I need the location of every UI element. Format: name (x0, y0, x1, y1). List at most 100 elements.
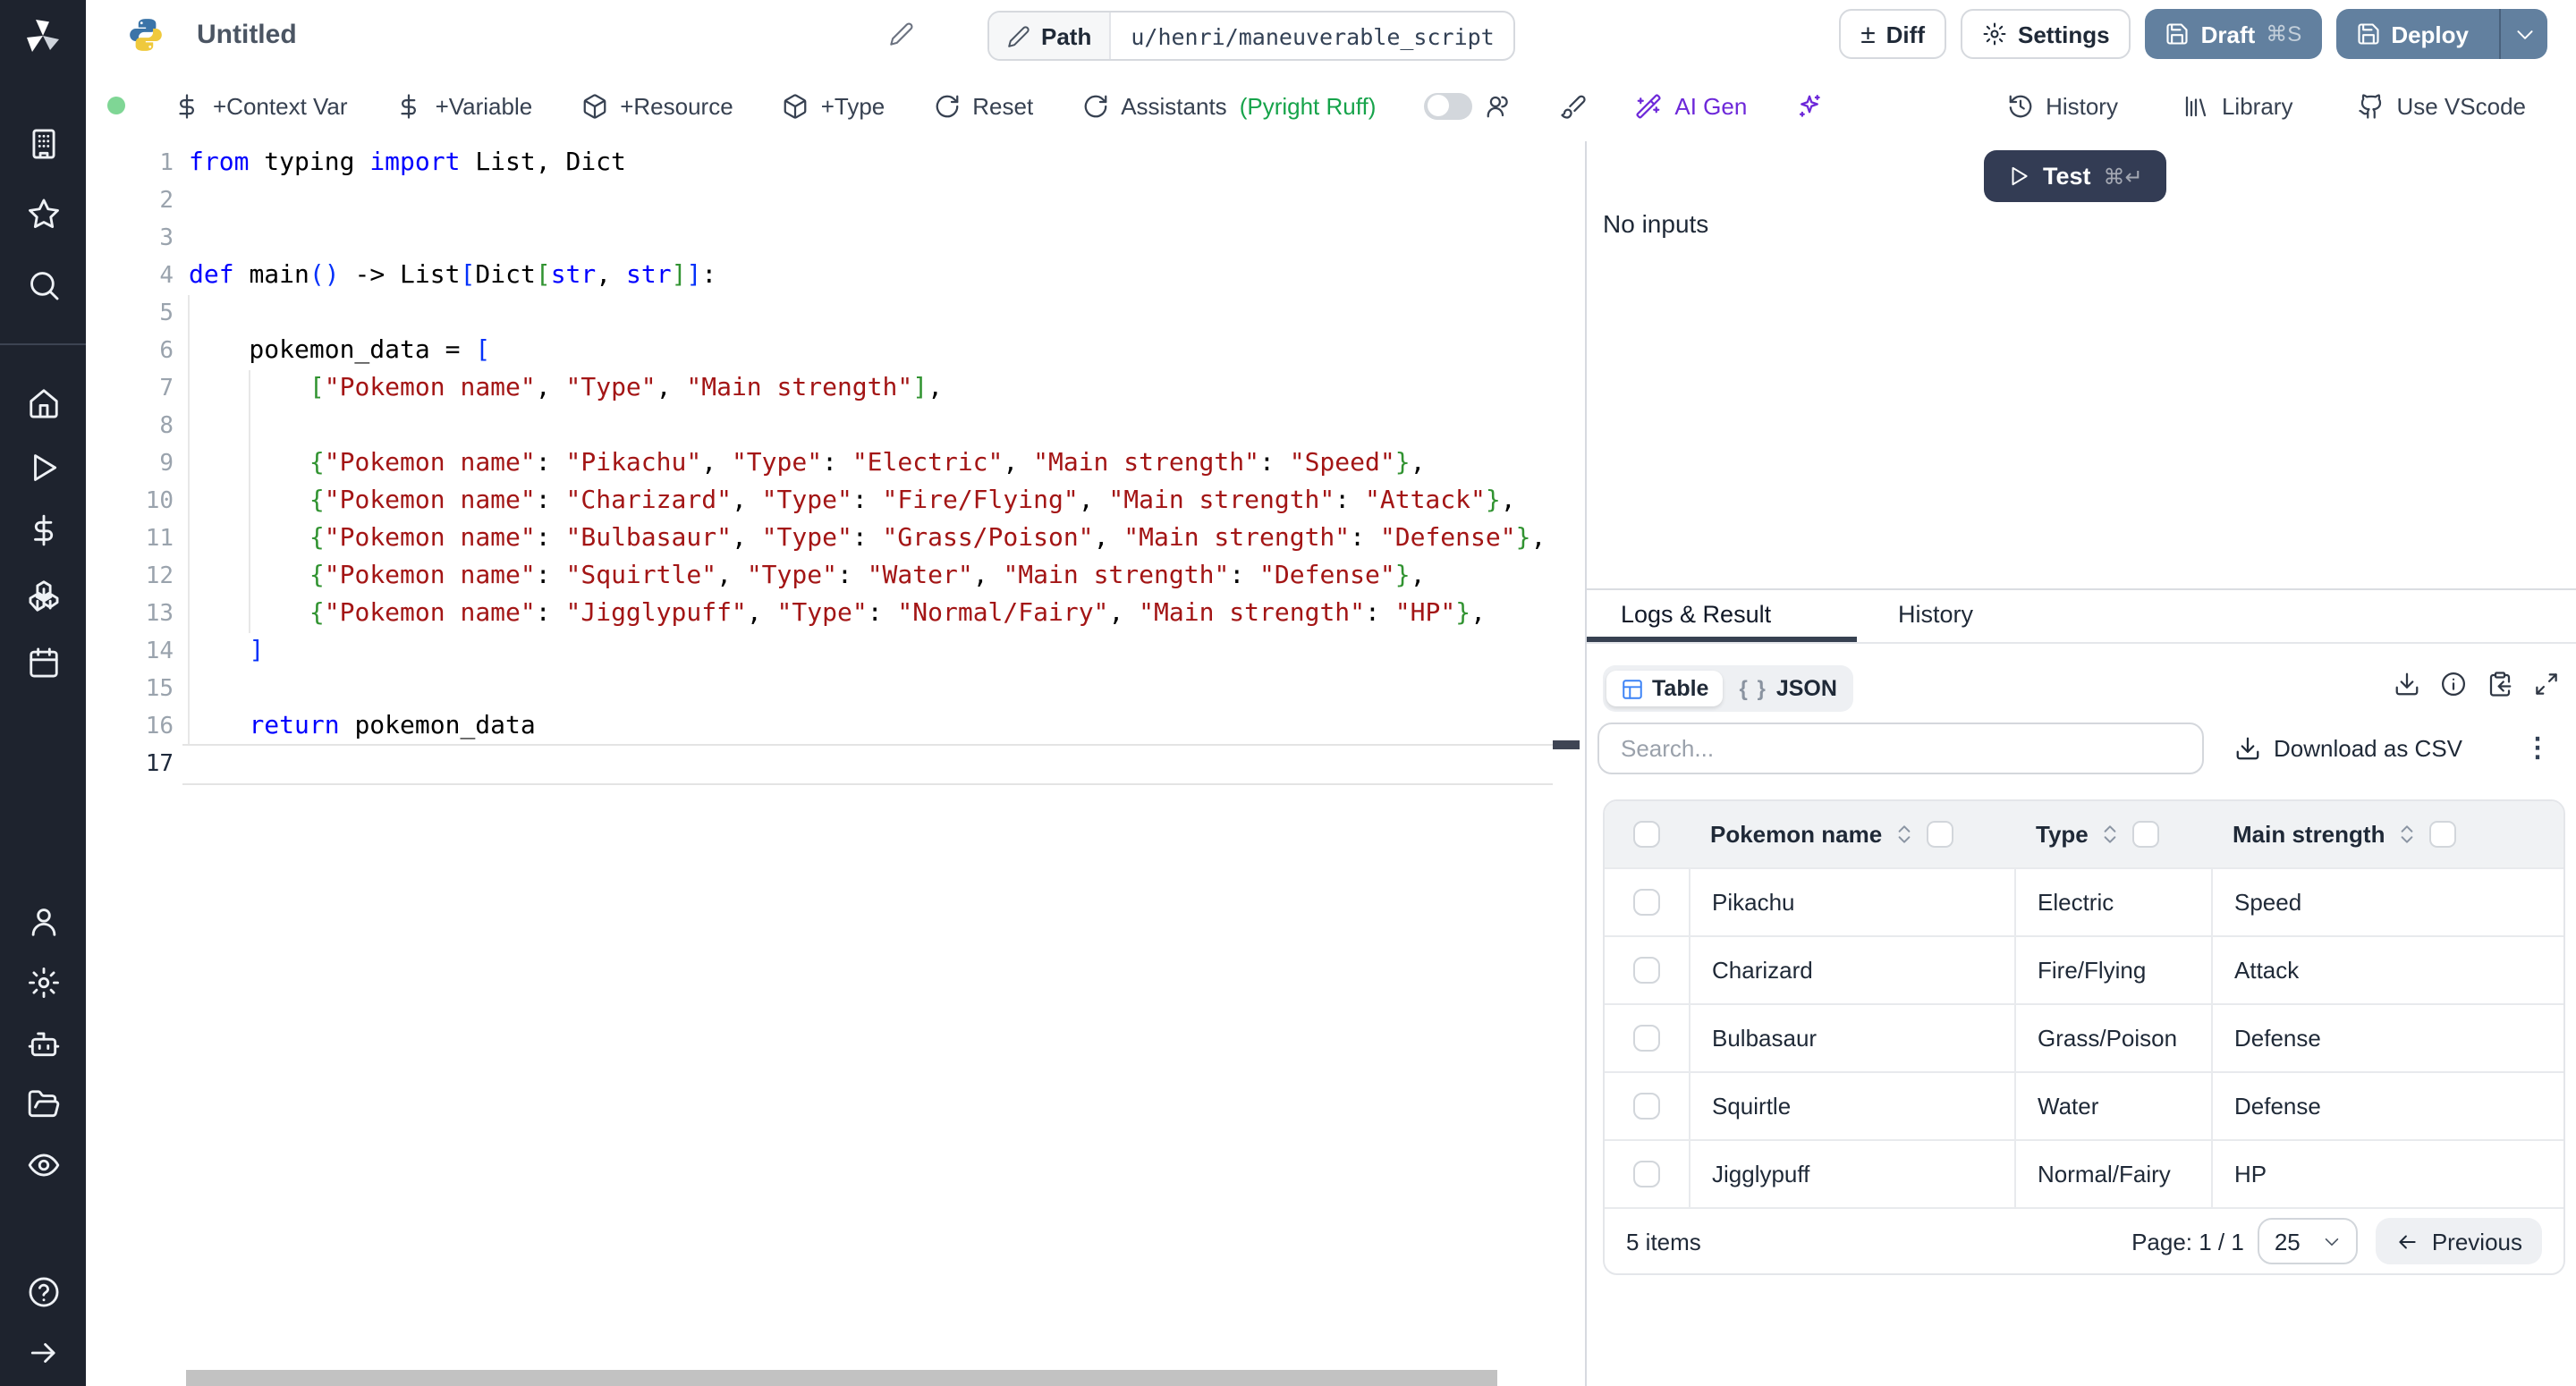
view-mode-json[interactable]: { } JSON (1724, 671, 1851, 706)
row-checkbox[interactable] (1633, 1161, 1660, 1187)
assistants-button[interactable]: Assistants (Pyright Ruff) (1081, 92, 1376, 119)
sidebar-item-arrow-right-icon[interactable] (26, 1336, 60, 1370)
table-row[interactable]: SquirtleWaterDefense (1605, 1071, 2563, 1139)
table-row[interactable]: CharizardFire/FlyingAttack (1605, 935, 2563, 1003)
draft-button[interactable]: Draft ⌘S (2146, 9, 2322, 59)
path-field[interactable]: Path u/henri/maneuverable_script (987, 11, 1516, 61)
reset-label: Reset (972, 92, 1033, 119)
library-button[interactable]: Library (2182, 92, 2293, 119)
sidebar-item-calendar-icon[interactable] (26, 646, 60, 680)
code-line-7[interactable]: ["Pokemon name", "Type", "Main strength"… (189, 370, 943, 408)
row-checkbox[interactable] (1633, 889, 1660, 916)
deploy-main[interactable]: Deploy (2335, 9, 2488, 59)
code-line-6[interactable]: pokemon_data = [ (189, 333, 490, 370)
table-more-menu[interactable]: ⋮ (2524, 730, 2551, 767)
add-resource-button[interactable]: +Resource (580, 92, 733, 119)
sidebar-item-help-circle-icon[interactable] (26, 1275, 60, 1309)
search-input[interactable] (1617, 733, 2161, 764)
sidebar-item-user-icon[interactable] (26, 905, 60, 939)
save-icon (2165, 21, 2190, 46)
path-value[interactable]: u/henri/maneuverable_script (1111, 13, 1513, 59)
windmill-logo-icon[interactable] (21, 14, 64, 57)
column-filter-box[interactable] (2429, 821, 2456, 848)
sidebar-item-home-icon[interactable] (26, 386, 60, 420)
add-type-button[interactable]: +Type (782, 92, 886, 119)
previous-page-button[interactable]: Previous (2377, 1218, 2542, 1264)
info-icon[interactable] (2440, 671, 2467, 697)
braces-icon: { } (1739, 676, 1767, 701)
code-line-13[interactable]: {"Pokemon name": "Jigglypuff", "Type": "… (189, 596, 1486, 633)
table-row[interactable]: JigglypuffNormal/FairyHP (1605, 1139, 2563, 1207)
sidebar-item-dollar-icon[interactable] (26, 513, 60, 547)
column-filter-box[interactable] (2133, 821, 2160, 848)
download-csv-button[interactable]: Download as CSV (2234, 723, 2462, 774)
panel-splitter-handle[interactable] (1553, 740, 1580, 749)
no-inputs-text: No inputs (1603, 209, 1708, 238)
reset-button[interactable]: Reset (933, 92, 1033, 119)
settings-label: Settings (2018, 21, 2110, 47)
edit-summary-pencil-icon[interactable] (889, 21, 914, 46)
column-header-pokemon-name[interactable]: Pokemon name (1689, 801, 2014, 867)
column-filter-box[interactable] (1927, 821, 1953, 848)
use-vscode-button[interactable]: Use VScode (2357, 92, 2526, 119)
sidebar-item-building-icon[interactable] (26, 127, 60, 161)
ai-sparkles-button[interactable] (1795, 92, 1822, 119)
download-result-icon[interactable] (2394, 671, 2420, 697)
history-button[interactable]: History (2006, 92, 2118, 119)
diff-mode-toggle[interactable] (1424, 92, 1472, 119)
select-all-cell (1605, 801, 1689, 867)
sidebar-item-folder-open-icon[interactable] (26, 1087, 60, 1121)
tab-history[interactable]: History (1898, 601, 1973, 628)
ai-gen-button[interactable]: AI Gen (1635, 92, 1747, 119)
code-line-1[interactable]: from typing import List, Dict (189, 145, 626, 182)
diff-button[interactable]: ± Diff (1839, 9, 1946, 59)
deploy-dropdown[interactable] (2499, 9, 2547, 59)
add-variable-button[interactable]: +Variable (396, 92, 533, 119)
checkbox-cell (1605, 1005, 1689, 1071)
sidebar-item-boxes-icon[interactable] (26, 578, 60, 612)
row-checkbox[interactable] (1633, 1025, 1660, 1052)
column-header-type[interactable]: Type (2014, 801, 2211, 867)
view-mode-table[interactable]: Table (1606, 671, 1723, 706)
collab-users-button[interactable] (1485, 92, 1512, 119)
format-button[interactable] (1560, 92, 1587, 119)
code-line-10[interactable]: {"Pokemon name": "Charizard", "Type": "F… (189, 483, 1516, 520)
sort-icon[interactable] (2395, 823, 2419, 846)
horizontal-scrollbar[interactable] (186, 1370, 1497, 1386)
column-header-main-strength[interactable]: Main strength (2211, 801, 2563, 867)
code-line-16[interactable]: return pokemon_data (189, 708, 536, 746)
paintbrush-icon (1560, 92, 1587, 119)
row-checkbox[interactable] (1633, 957, 1660, 984)
sidebar-item-star-icon[interactable] (26, 197, 60, 231)
sidebar-item-gear-icon[interactable] (26, 966, 60, 1000)
table-cell: Electric (2014, 869, 2211, 935)
table-row[interactable]: PikachuElectricSpeed (1605, 867, 2563, 935)
code-line-12[interactable]: {"Pokemon name": "Squirtle", "Type": "Wa… (189, 558, 1426, 596)
sidebar-item-search-icon[interactable] (26, 268, 60, 302)
sidebar-item-eye-icon[interactable] (26, 1148, 60, 1182)
code-line-11[interactable]: {"Pokemon name": "Bulbasaur", "Type": "G… (189, 520, 1546, 558)
table-row[interactable]: BulbasaurGrass/PoisonDefense (1605, 1003, 2563, 1071)
expand-fullscreen-icon[interactable] (2533, 671, 2560, 697)
settings-button[interactable]: Settings (1961, 9, 2131, 59)
row-checkbox[interactable] (1633, 821, 1660, 848)
test-run-button[interactable]: Test ⌘↵ (1984, 150, 2166, 202)
sidebar-item-play-icon[interactable] (26, 451, 60, 485)
sidebar-item-bot-icon[interactable] (26, 1027, 60, 1061)
row-checkbox[interactable] (1633, 1093, 1660, 1120)
code-line-4[interactable]: def main() -> List[Dict[str, str]]: (189, 258, 716, 295)
deploy-button[interactable]: Deploy (2335, 9, 2547, 59)
sort-icon[interactable] (1893, 823, 1916, 846)
script-title[interactable]: Untitled (197, 20, 297, 50)
code-editor[interactable]: 1from typing import List, Dict234def mai… (86, 141, 1585, 1386)
table-cell: Attack (2211, 937, 2563, 1003)
page-size-select[interactable]: 25 (2258, 1218, 2359, 1264)
copy-to-clipboard-icon[interactable] (2487, 671, 2513, 697)
add-context-var-button[interactable]: +Context Var (174, 92, 348, 119)
package-icon (580, 92, 607, 119)
code-line-9[interactable]: {"Pokemon name": "Pikachu", "Type": "Ele… (189, 445, 1426, 483)
code-line-14[interactable]: ] (189, 633, 264, 671)
tab-logs-result[interactable]: Logs & Result (1621, 601, 1771, 628)
line-number: 3 (86, 220, 174, 258)
sort-icon[interactable] (2099, 823, 2123, 846)
